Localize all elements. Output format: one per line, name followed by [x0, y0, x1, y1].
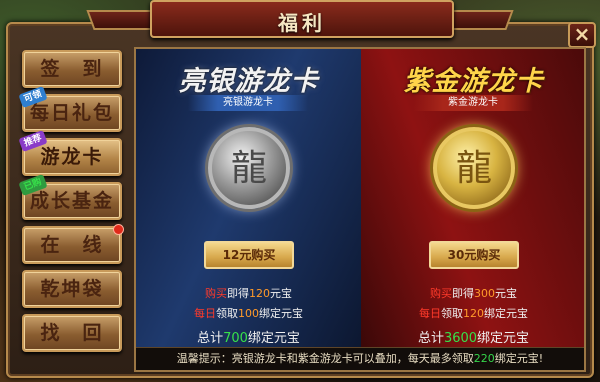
sidebar-item-label: 签 到 [40, 58, 104, 80]
close-button[interactable]: × [568, 22, 596, 48]
tip-amount: 220 [473, 352, 495, 365]
gold-dragon-card: 紫金游龙卡 紫金游龙卡 龍 30元购买 购买即得300元宝 每日领取120绑定元… [361, 49, 584, 349]
sidebar-item-label: 每日礼包 [29, 102, 114, 124]
buy-silver-card-button[interactable]: 12元购买 [204, 241, 294, 269]
sidebar-item-label: 在 线 [40, 234, 104, 256]
sidebar-item-retrieve[interactable]: 找 回 [22, 314, 122, 352]
notification-dot [113, 224, 124, 235]
dragon-emblem-icon: 龍 [208, 127, 290, 209]
dragon-emblem-icon: 龍 [433, 127, 515, 209]
buy-gold-card-button[interactable]: 30元购买 [429, 241, 519, 269]
sidebar-item-label: 成长基金 [29, 190, 114, 212]
dragon-card-panel: 亮银游龙卡 亮银游龙卡 龍 12元购买 购买即得120元宝 每日领取100绑定元… [134, 47, 586, 372]
tip-bar: 温馨提示：亮银游龙卡和紫金游龙卡可以叠加，每天最多领取220绑定元宝! [136, 347, 584, 370]
sidebar-item-checkin[interactable]: 签 到 [22, 50, 122, 88]
sidebar-item-daily-gift[interactable]: 可领 每日礼包 [18, 85, 122, 132]
instant-reward-text: 购买即得300元宝 [430, 287, 517, 300]
sidebar-item-dragon-card[interactable]: 推荐 游龙卡 [18, 129, 122, 176]
tip-suffix: 绑定元宝! [494, 352, 544, 365]
card-title: 紫金游龙卡 [403, 66, 544, 97]
silver-dragon-card: 亮银游龙卡 亮银游龙卡 龍 12元购买 购买即得120元宝 每日领取100绑定元… [136, 49, 361, 349]
sidebar-item-label: 游龙卡 [40, 146, 104, 168]
sidebar-item-label: 找 回 [40, 322, 104, 344]
total-reward-text: 总计700绑定元宝 [197, 331, 300, 346]
sidebar-item-label: 乾坤袋 [40, 278, 104, 300]
sidebar-item-growth-fund[interactable]: 已购 成长基金 [18, 173, 122, 220]
sidebar-item-qiankun-bag[interactable]: 乾坤袋 [22, 270, 122, 308]
title-banner: 福利 [150, 0, 454, 38]
card-ribbon: 紫金游龙卡 [413, 95, 533, 111]
page-title: 福利 [278, 11, 326, 35]
instant-reward-text: 购买即得120元宝 [205, 287, 292, 300]
sidebar-item-online[interactable]: 在 线 [22, 224, 124, 264]
sidebar: 签 到 可领 每日礼包 推荐 游龙卡 已购 成长基金 在 线 乾坤袋 找 回 [14, 40, 130, 370]
total-reward-text: 总计3600绑定元宝 [417, 331, 530, 346]
daily-reward-text: 每日领取100绑定元宝 [194, 307, 303, 320]
card-title: 亮银游龙卡 [178, 66, 319, 97]
daily-reward-text: 每日领取120绑定元宝 [419, 307, 528, 320]
tip-text: 温馨提示：亮银游龙卡和紫金游龙卡可以叠加，每天最多领取 [176, 352, 474, 365]
card-ribbon: 亮银游龙卡 [188, 95, 308, 111]
